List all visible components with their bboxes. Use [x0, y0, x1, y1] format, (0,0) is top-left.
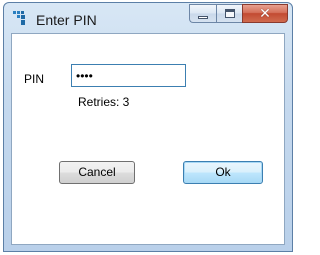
maximize-button[interactable]: [216, 4, 242, 23]
minimize-icon: [198, 16, 208, 19]
app-icon: [13, 11, 25, 25]
retries-text: Retries: 3: [78, 95, 130, 109]
title-bar[interactable]: Enter PIN ✕: [4, 3, 292, 33]
maximize-icon: [225, 9, 235, 18]
ok-button[interactable]: Ok: [183, 161, 263, 184]
pin-label: PIN: [24, 72, 45, 86]
caption-buttons: ✕: [189, 4, 288, 24]
close-button[interactable]: ✕: [242, 4, 288, 23]
cancel-button[interactable]: Cancel: [59, 161, 135, 184]
pin-input[interactable]: [71, 64, 186, 87]
dialog-content: PIN Retries: 3 Cancel Ok: [11, 33, 285, 245]
close-icon: ✕: [259, 6, 271, 22]
window-title: Enter PIN: [36, 12, 97, 28]
minimize-button[interactable]: [189, 4, 216, 23]
dialog-window: Enter PIN ✕ PIN Retries: 3 Cancel Ok: [3, 2, 293, 252]
